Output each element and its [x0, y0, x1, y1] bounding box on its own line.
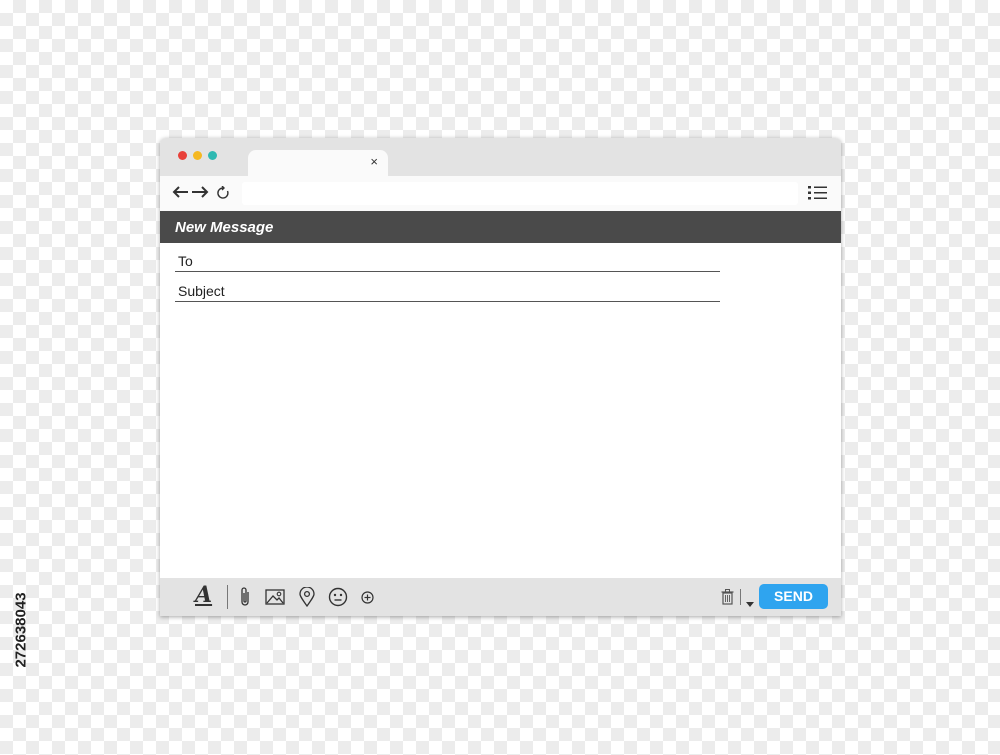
image-icon[interactable] [265, 589, 285, 610]
list-menu-icon[interactable] [808, 186, 828, 205]
stock-id-text: 272638043 [12, 592, 30, 668]
stock-id-label: 272638043 [6, 520, 36, 740]
arrow-right-icon[interactable] [192, 186, 209, 198]
font-format-icon[interactable]: A [195, 583, 212, 607]
nav-arrows [172, 184, 210, 205]
arrow-left-icon[interactable] [172, 186, 188, 198]
send-button[interactable]: SEND [759, 584, 828, 609]
compose-bottom-toolbar: A SEND [160, 578, 841, 616]
paperclip-icon[interactable] [239, 586, 251, 613]
tab-bar: × [160, 138, 841, 176]
browser-tab[interactable]: × [248, 150, 388, 176]
minimize-window-dot[interactable] [193, 151, 202, 160]
toolbar-divider [740, 589, 741, 605]
compose-title: New Message [175, 219, 274, 236]
emoji-icon[interactable] [328, 587, 348, 612]
maximize-window-dot[interactable] [208, 151, 217, 160]
compose-header: New Message [160, 211, 841, 243]
caret-down-icon[interactable] [746, 594, 754, 612]
plus-circle-icon[interactable] [361, 591, 374, 609]
to-field[interactable]: To [175, 251, 720, 272]
address-bar[interactable] [242, 182, 798, 205]
subject-label: Subject [178, 283, 225, 299]
close-window-dot[interactable] [178, 151, 187, 160]
toolbar-divider [227, 585, 228, 609]
reload-icon[interactable] [216, 185, 230, 205]
to-label: To [178, 253, 193, 269]
browser-toolbar [160, 176, 841, 211]
location-pin-icon[interactable] [299, 586, 315, 612]
message-body[interactable] [175, 313, 825, 573]
email-window: × New Message To Subject A SEND [160, 138, 841, 616]
trash-icon[interactable] [721, 589, 734, 610]
close-tab-icon[interactable]: × [370, 154, 378, 170]
subject-field[interactable]: Subject [175, 281, 720, 302]
